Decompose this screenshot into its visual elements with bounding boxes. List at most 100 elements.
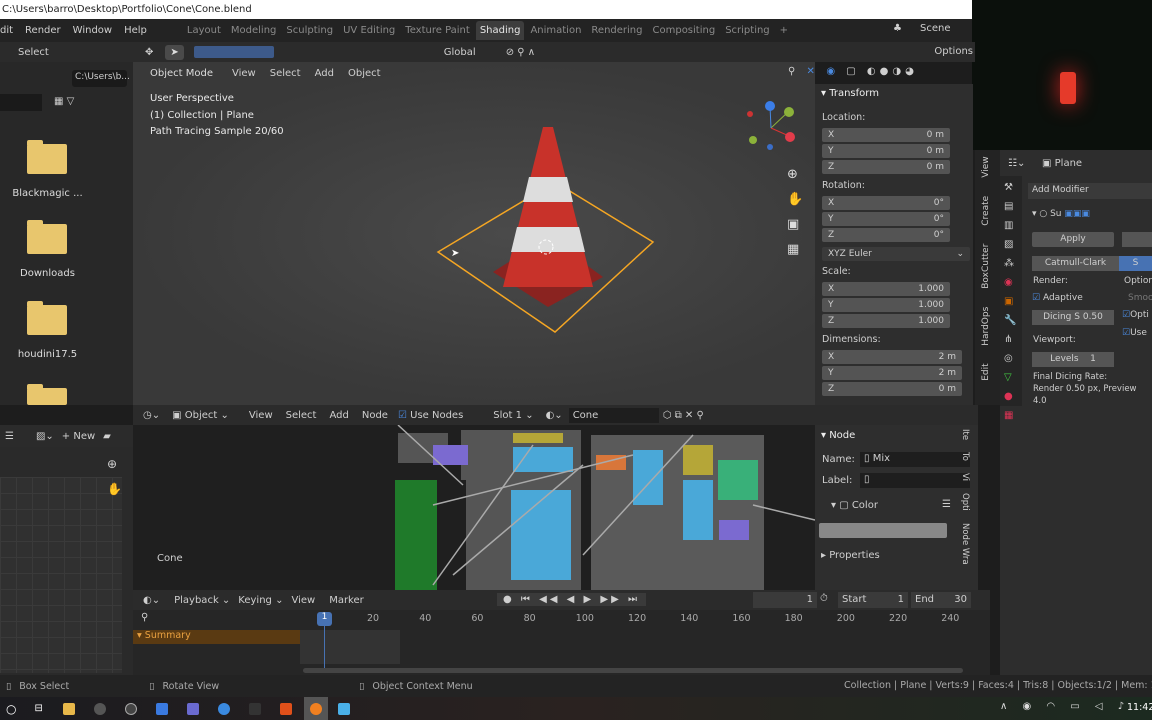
scale-y[interactable]: Y 1.000 bbox=[822, 298, 950, 312]
zoom-icon[interactable]: ⊕ bbox=[787, 162, 803, 187]
tab-layout[interactable]: Layout bbox=[183, 21, 225, 40]
menu-help[interactable]: Help bbox=[124, 25, 147, 36]
menu-add[interactable]: Add bbox=[315, 68, 334, 79]
location-y[interactable]: Y0 m bbox=[822, 144, 950, 158]
tab-hardops[interactable]: HardOps bbox=[981, 306, 991, 345]
display-mode-icon[interactable]: ▦ ▽ bbox=[54, 96, 74, 107]
scale-z[interactable]: Z 1.000 bbox=[822, 314, 950, 328]
timeline[interactable]: ⚲ ▾ Summary 1 20 40 60 80 100 120 140 160 180 200… bbox=[133, 610, 990, 675]
use-nodes-checkbox[interactable]: ☑ Use Nodes bbox=[398, 410, 463, 421]
folder-label[interactable]: houdini17.5 bbox=[0, 349, 95, 360]
start-frame-field[interactable]: Start 1 bbox=[838, 592, 908, 608]
search-field[interactable] bbox=[0, 94, 42, 111]
menu-select[interactable]: Select bbox=[286, 410, 317, 421]
tab-uv-editing[interactable]: UV Editing bbox=[339, 21, 399, 40]
node-label-field[interactable]: ▯ bbox=[860, 473, 970, 488]
object-mode-dropdown[interactable]: Object Mode bbox=[145, 66, 218, 81]
camera-icon[interactable]: ▣ bbox=[787, 212, 803, 237]
slot-dropdown[interactable]: Slot 1 ⌄ bbox=[493, 410, 533, 421]
menu-node[interactable]: Node bbox=[362, 410, 388, 421]
rotation-x[interactable]: X 0° bbox=[822, 196, 950, 210]
transform-panel-title[interactable]: ▾ Transform bbox=[821, 88, 879, 99]
dimension-x[interactable]: X2 m bbox=[822, 350, 962, 364]
dicing-scale-field[interactable]: Dicing S 0.50 bbox=[1032, 310, 1114, 325]
menu-window[interactable]: Window bbox=[73, 25, 112, 36]
folder-icon[interactable] bbox=[27, 140, 67, 174]
dimension-z[interactable]: Z0 m bbox=[822, 382, 962, 396]
tab-view[interactable]: View bbox=[981, 156, 991, 177]
tab-create[interactable]: Create bbox=[981, 195, 991, 225]
material-icon[interactable]: ◐⌄ bbox=[546, 410, 563, 421]
app-icon[interactable] bbox=[337, 702, 350, 715]
zoom-icon[interactable]: ⊕ bbox=[107, 457, 117, 471]
image-editor[interactable]: ⊕ ✋ bbox=[0, 425, 133, 675]
editor-type-icon[interactable]: ◐⌄ bbox=[143, 595, 160, 606]
rotation-mode-dropdown[interactable]: XYZ Euler ⌄ bbox=[822, 247, 970, 261]
cursor-tool-icon[interactable]: ➤ bbox=[165, 44, 184, 60]
menu-object[interactable]: Object bbox=[348, 68, 381, 79]
add-workspace-button[interactable]: + bbox=[776, 21, 792, 40]
blender-taskbar-icon[interactable] bbox=[303, 697, 328, 720]
stopwatch-icon[interactable]: ⏱ bbox=[820, 593, 828, 604]
horizontal-scrollbar[interactable] bbox=[303, 668, 963, 673]
add-modifier-dropdown[interactable]: Add Modifier bbox=[1028, 183, 1152, 199]
tab-modeling[interactable]: Modeling bbox=[227, 21, 281, 40]
search-icon[interactable]: ⚲ bbox=[141, 612, 148, 623]
tab-tool[interactable]: To bbox=[960, 452, 970, 461]
folder-icon[interactable] bbox=[27, 384, 67, 405]
playback-menu[interactable]: Playback ⌄ bbox=[174, 595, 230, 606]
tab-rendering[interactable]: Rendering bbox=[587, 21, 646, 40]
tab-node-wrangler[interactable]: Node Wra bbox=[960, 523, 970, 565]
app-icon[interactable] bbox=[186, 702, 199, 715]
app-icon[interactable] bbox=[93, 702, 106, 715]
menu-render[interactable]: Render bbox=[25, 25, 61, 36]
folder-icon[interactable] bbox=[27, 301, 67, 335]
tab-boxcutter[interactable]: BoxCutter bbox=[981, 243, 991, 288]
levels-field[interactable]: Levels 1 bbox=[1032, 352, 1114, 367]
system-tray-icons[interactable]: ∧ ◉ ◠ ▭ ◁ ♪ bbox=[1000, 701, 1130, 712]
location-z[interactable]: Z0 m bbox=[822, 160, 950, 174]
menu-select[interactable]: Select bbox=[270, 68, 301, 79]
3d-viewport[interactable]: User Perspective (1) Collection | Plane … bbox=[133, 62, 815, 405]
optimal-display-checkbox[interactable]: ☑Opti bbox=[1122, 310, 1149, 320]
menu-view[interactable]: View bbox=[232, 68, 256, 79]
menu-add[interactable]: Add bbox=[329, 410, 348, 421]
property-tab-icons[interactable]: ⚒ ▤ ▥ ▨ ⁂ ◉ ▣ 🔧 ⋔ ◎ ▽ ● ▦ bbox=[1000, 176, 1022, 427]
transform-orientation[interactable]: Global bbox=[444, 47, 476, 58]
tab-scripting[interactable]: Scripting bbox=[721, 21, 773, 40]
word-icon[interactable] bbox=[155, 702, 168, 715]
catmull-clark-button[interactable]: Catmull-Clark bbox=[1032, 256, 1119, 271]
use-creases-checkbox[interactable]: ☑Use bbox=[1122, 328, 1147, 338]
menu-marker[interactable]: Marker bbox=[329, 595, 364, 606]
tab-shading[interactable]: Shading bbox=[475, 21, 525, 40]
summary-channel[interactable]: ▾ Summary bbox=[133, 630, 300, 644]
task-view-icon[interactable]: ⊟ bbox=[34, 703, 42, 714]
options-button[interactable]: Options bbox=[934, 46, 973, 57]
navigation-gizmo[interactable] bbox=[743, 98, 803, 154]
rotation-y[interactable]: Y 0° bbox=[822, 212, 950, 226]
keying-menu[interactable]: Keying ⌄ bbox=[238, 595, 283, 606]
scale-x[interactable]: X 1.000 bbox=[822, 282, 950, 296]
tab-sculpting[interactable]: Sculpting bbox=[282, 21, 337, 40]
select-mode-buttons[interactable] bbox=[193, 46, 274, 58]
path-field[interactable]: C:\Users\b... bbox=[72, 70, 130, 87]
simple-button[interactable]: S bbox=[1119, 256, 1152, 271]
new-image-button[interactable]: + New bbox=[62, 431, 95, 442]
node-name-field[interactable]: ▯ Mix bbox=[860, 452, 970, 467]
rotation-z[interactable]: Z 0° bbox=[822, 228, 950, 242]
scene-icon[interactable]: ♣ bbox=[893, 23, 902, 34]
current-frame-field[interactable]: 1 bbox=[753, 592, 817, 608]
viewport-shading-icons[interactable]: ⚲ ✕ ◉ ▢ ◐●◑◕ bbox=[788, 66, 918, 77]
folder-label[interactable]: Downloads bbox=[0, 268, 95, 279]
image-type-icon[interactable]: ▨⌄ bbox=[36, 431, 54, 442]
properties-toggle[interactable]: ▸ Properties bbox=[821, 550, 880, 561]
menu-edit[interactable]: dit bbox=[0, 25, 13, 36]
menu-view[interactable]: View bbox=[249, 410, 273, 421]
node-color-swatch[interactable] bbox=[819, 523, 947, 538]
grid-icon[interactable]: ▦ bbox=[787, 237, 803, 262]
list-icon[interactable]: ☰ bbox=[942, 499, 951, 510]
tab-item[interactable]: Ite bbox=[960, 429, 970, 440]
open-folder-icon[interactable]: ▰ bbox=[103, 431, 111, 442]
node-canvas[interactable]: Cone bbox=[133, 425, 815, 590]
color-toggle[interactable]: ▾ ▢ Color bbox=[831, 500, 878, 511]
